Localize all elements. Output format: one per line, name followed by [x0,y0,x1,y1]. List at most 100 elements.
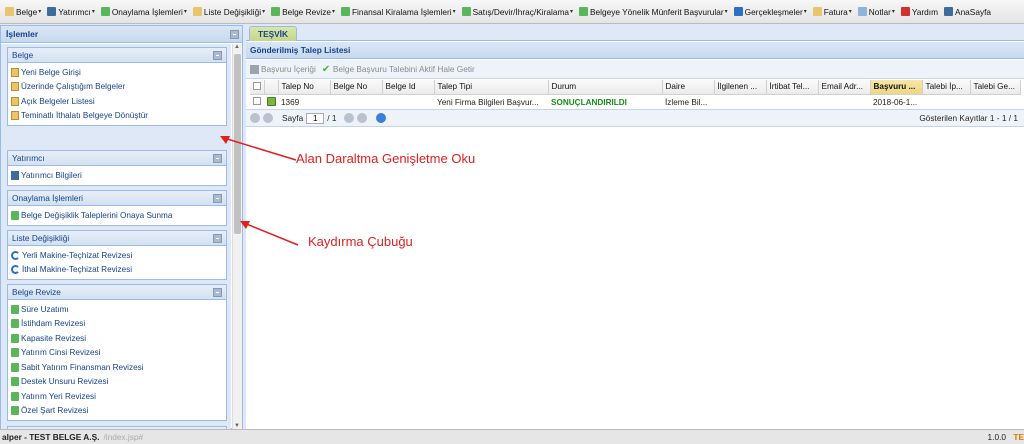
nav-link[interactable]: Açık Belgeler Listesi [11,94,223,109]
menu-label: Yardım [911,6,939,17]
document-icon [192,7,202,16]
nav-link[interactable]: Destek Unsuru Revizesi [11,375,223,390]
column-header[interactable]: Email Adr... [818,80,871,95]
row-action-icon[interactable] [267,96,276,106]
menu-label: Liste Değişikliği [203,6,262,17]
refresh-icon [733,7,743,16]
menu-10[interactable]: Notlar ▾ [855,3,898,21]
table-cell: 2018-06-1... [870,94,922,111]
env-label: TE [1013,432,1024,442]
grid-pager: Sayfa / 1 Gösterilen Kayıtlar 1 - 1 / 1 [246,109,1024,127]
column-header[interactable]: Talep No [278,80,331,95]
menu-4[interactable]: Belge Revize ▾ [268,3,338,21]
next-page-icon[interactable] [344,113,355,123]
column-header[interactable]: İrtibat Tel... [766,80,819,95]
activate-request-button[interactable]: ✔ Belge Başvuru Talebini Aktif Hale Geti… [322,64,475,74]
nav-link-label: Açık Belgeler Listesi [21,96,95,106]
menu-9[interactable]: Fatura ▾ [810,3,855,21]
column-header[interactable]: Durum [548,80,663,95]
menu-8[interactable]: Gerçekleşmeler ▾ [731,3,810,21]
menu-label: AnaSayfa [955,6,992,17]
collapse-toggle-icon[interactable] [213,50,222,60]
nav-link[interactable]: Belge Değişiklik Taleplerini Onaya Sunma [11,208,223,223]
nav-link-label: Belge Değişiklik Taleplerini Onaya Sunma [21,210,173,220]
menu-label: Satış/Devir/İhraç/Kiralama [472,6,569,17]
column-header[interactable]: Talep Tipi [434,80,549,95]
nav-group-header[interactable]: Onaylama İşlemleri [8,191,226,206]
nav-group: Belge Revize Süre Uzatımı İstihdam Revizes… [7,284,227,421]
column-header[interactable] [264,80,279,95]
page-input[interactable] [306,112,325,124]
column-header[interactable]: Başvuru ... [870,80,923,95]
menu-12[interactable]: AnaSayfa [941,3,994,21]
pdf-icon [900,7,910,16]
nav-link[interactable]: İthal Makine-Teçhizat Revizesi [11,263,223,278]
row-checkbox[interactable] [253,97,261,105]
grid-panel-title: Gönderilmiş Talep Listesi [246,42,1024,59]
menu-5[interactable]: Finansal Kiralama İşlemleri ▾ [338,3,459,21]
menu-2[interactable]: Onaylama İşlemleri ▾ [98,3,190,21]
prev-page-icon[interactable] [263,113,273,123]
nav-group-header[interactable]: Belge Revize [8,285,226,300]
column-header[interactable] [250,80,265,95]
doc-icon [11,67,19,77]
left-panel-title: İşlemler [6,29,39,39]
nav-link[interactable]: Yatırım Cinsi Revizesi [11,346,223,361]
table-row[interactable]: 1369 Yeni Firma Bilgileri Başvur... SONUÇL… [250,94,1020,111]
menu-7[interactable]: Belgeye Yönelik Münferit Başvurular ▾ [576,3,731,21]
annotation-arrow-2 [240,221,299,246]
grn-icon [11,304,19,314]
nav-group-title: Belge [12,50,34,60]
table-cell [766,94,818,111]
nav-link[interactable]: Sabit Yatırım Finansman Revizesi [11,360,223,375]
collapse-panel-icon[interactable] [230,29,239,39]
refresh-icon[interactable] [376,113,387,123]
nav-group: Belge Yeni Belge Girişi Üzerinde Çalıştığı… [7,47,227,126]
table-cell: 1369 [278,94,330,111]
nav-link[interactable]: Süre Uzatımı [11,302,223,317]
approve-icon [100,7,110,16]
scroll-up-icon[interactable]: ▲ [234,44,240,50]
menu-1[interactable]: Yatırımcı ▾ [44,3,98,21]
left-panel: İşlemler Belge Yeni Belge Girişi Üzerinde … [0,25,243,429]
collapse-toggle-icon[interactable] [213,233,222,243]
nav-group-header[interactable]: Belge [8,48,226,63]
collapse-toggle-icon[interactable] [213,287,222,297]
transfer-icon [461,7,471,16]
column-header[interactable]: İlgilenen ... [714,80,767,95]
menu-0[interactable]: Belge ▾ [2,3,44,21]
column-header[interactable]: Talebi İp... [922,80,971,95]
column-header[interactable]: Belge No [330,80,383,95]
nav-link[interactable]: Özel Şart Revizesi [11,404,223,419]
nav-group-header[interactable]: Liste Değişikliği [8,231,226,246]
nav-link[interactable]: Yatırım Yeri Revizesi [11,389,223,404]
collapse-toggle-icon[interactable] [213,193,222,203]
column-header[interactable]: Belge Id [382,80,435,95]
nav-link-label: Yeni Belge Girişi [21,67,81,77]
table-cell [264,94,278,111]
user-info: alper - TEST BELGE A.Ş. [2,432,100,442]
status-url: /index.jsp# [103,432,144,442]
nav-link[interactable]: Yatırımcı Bilgileri [11,168,223,183]
application-content-button[interactable]: Başvuru İçeriği [250,64,316,74]
nav-group-header[interactable]: Yatırımcı [8,151,226,166]
column-header[interactable]: Daire [662,80,715,95]
factory-icon [47,7,57,16]
menu-11[interactable]: Yardım [898,3,941,21]
first-page-icon[interactable] [250,113,260,123]
nav-link[interactable]: Kapasite Revizesi [11,331,223,346]
table-cell [330,94,382,111]
last-page-icon[interactable] [357,113,368,123]
nav-link[interactable]: Yerli Makine-Teçhizat Revizesi [11,248,223,263]
nav-link[interactable]: Üzerinde Çalıştığım Belgeler [11,80,223,95]
tab-tesvik[interactable]: TEŞVİK [249,26,297,41]
nav-link[interactable]: İstihdam Revizesi [11,317,223,332]
nav-link[interactable]: Teminatlı İthalatı Belgeye Dönüştür [11,109,223,124]
menu-6[interactable]: Satış/Devir/İhraç/Kiralama ▾ [459,3,576,21]
nav-link[interactable]: Yeni Belge Girişi [11,65,223,80]
column-header[interactable]: Talebi Ge... [970,80,1021,95]
select-all-checkbox[interactable] [253,81,261,90]
menu-label: Yatırımcı [58,6,91,17]
grn-icon [11,319,19,329]
menu-3[interactable]: Liste Değişikliği ▾ [190,3,268,21]
